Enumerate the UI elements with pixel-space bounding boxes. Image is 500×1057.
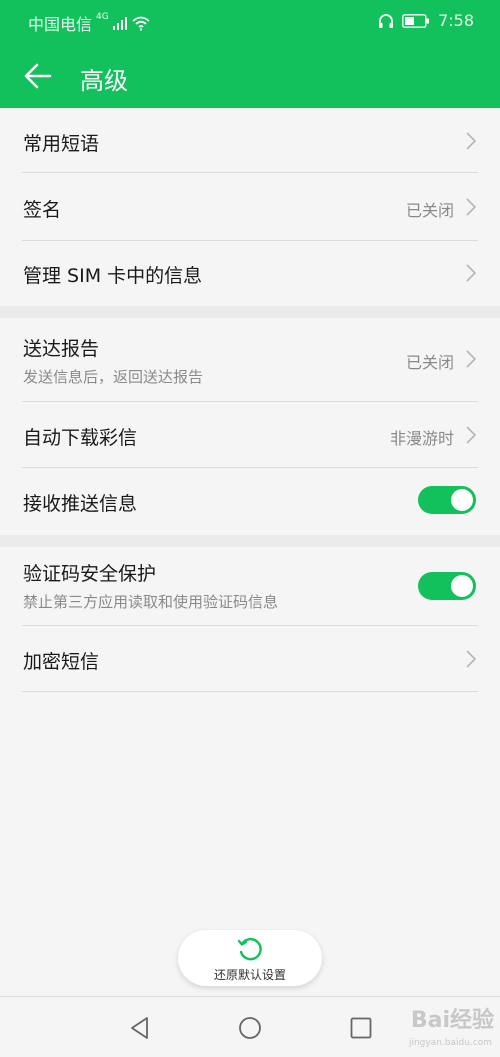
toggle-knob — [451, 489, 473, 511]
chevron-right-icon — [466, 132, 476, 150]
carrier-name: 中国电信 — [28, 15, 93, 34]
chevron-right-icon — [466, 264, 476, 282]
headphones-icon — [379, 13, 394, 28]
restore-defaults-button[interactable]: 还原默认设置 — [178, 930, 322, 986]
settings-list: 常用短语 签名 已关闭 管理 SIM 卡中的信息 送达报告 发送信息后，返回送达… — [0, 108, 500, 692]
settings-item-label: 常用短语 — [23, 133, 100, 155]
toggle-knob — [451, 575, 473, 597]
wifi-icon — [132, 16, 150, 31]
settings-item-label: 加密短信 — [23, 651, 100, 673]
chevron-right-icon — [466, 350, 476, 368]
settings-item-label: 签名 — [23, 199, 62, 221]
status-bar: 中国电信 4G 7:58 — [0, 0, 500, 44]
carrier-group: 中国电信 4G — [28, 11, 151, 35]
arrow-left-icon[interactable] — [22, 60, 54, 92]
settings-item-sim-messages[interactable]: 管理 SIM 卡中的信息 — [22, 241, 478, 306]
settings-item-label: 验证码安全保护 — [23, 563, 157, 585]
settings-item-push-messages: 接收推送信息 — [22, 468, 478, 535]
settings-item-value: 已关闭 — [405, 353, 454, 372]
settings-item-phrases[interactable]: 常用短语 — [22, 108, 478, 173]
network-type: 4G — [96, 12, 109, 22]
settings-item-sub: 禁止第三方应用读取和使用验证码信息 — [23, 593, 279, 611]
group-divider — [0, 535, 500, 547]
square-recents-icon[interactable] — [348, 1015, 374, 1041]
settings-item-label: 接收推送信息 — [23, 493, 138, 515]
code-protection-toggle[interactable] — [418, 572, 476, 600]
group-divider — [0, 306, 500, 318]
app-bar: 高级 — [0, 44, 500, 108]
push-messages-toggle[interactable] — [418, 486, 476, 514]
settings-item-code-protection: 验证码安全保护 禁止第三方应用读取和使用验证码信息 — [22, 547, 478, 626]
settings-group-3: 验证码安全保护 禁止第三方应用读取和使用验证码信息 加密短信 — [0, 547, 500, 692]
settings-item-label: 管理 SIM 卡中的信息 — [23, 265, 203, 287]
settings-group-1: 常用短语 签名 已关闭 管理 SIM 卡中的信息 — [0, 108, 500, 306]
circle-home-icon[interactable] — [237, 1015, 263, 1041]
watermark-logo: Bai经验 — [410, 1008, 494, 1033]
settings-group-2: 送达报告 发送信息后，返回送达报告 已关闭 自动下载彩信 非漫游时 接收推送信息 — [0, 318, 500, 535]
settings-item-label: 自动下载彩信 — [23, 427, 138, 449]
triangle-back-icon[interactable] — [127, 1015, 153, 1041]
status-right: 7:58 — [378, 11, 474, 30]
watermark-url: jingyan.baidu.com — [408, 1038, 492, 1048]
clock: 7:58 — [438, 11, 474, 30]
page-title: 高级 — [80, 67, 128, 95]
settings-item-signature[interactable]: 签名 已关闭 — [22, 173, 478, 241]
chevron-right-icon — [466, 198, 476, 216]
restore-defaults-label: 还原默认设置 — [213, 968, 286, 982]
settings-item-sub: 发送信息后，返回送达报告 — [23, 368, 204, 386]
chevron-right-icon — [466, 650, 476, 668]
settings-item-label: 送达报告 — [23, 338, 100, 360]
settings-item-auto-mms[interactable]: 自动下载彩信 非漫游时 — [22, 402, 478, 468]
settings-item-value: 已关闭 — [405, 201, 454, 220]
settings-item-encrypted-sms[interactable]: 加密短信 — [22, 626, 478, 692]
settings-item-value: 非漫游时 — [389, 429, 454, 448]
settings-item-delivery-report[interactable]: 送达报告 发送信息后，返回送达报告 已关闭 — [22, 318, 478, 402]
signal-icon — [112, 17, 127, 30]
battery-icon — [402, 13, 430, 28]
refresh-icon — [237, 937, 262, 961]
chevron-right-icon — [466, 426, 476, 444]
